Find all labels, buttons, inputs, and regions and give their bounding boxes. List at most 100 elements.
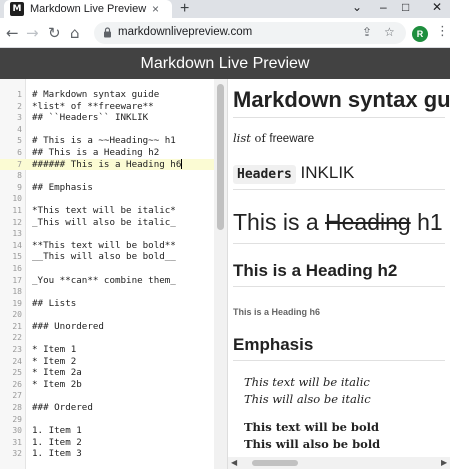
editor-line[interactable]: 22 [0,332,228,344]
h1b-prefix: This is a [233,209,326,235]
line-code[interactable]: __This will also be bold__ [32,251,176,263]
scroll-right-arrow-icon[interactable]: ▶ [441,457,447,469]
line-code[interactable]: ###### This is a Heading h6 [32,159,183,171]
preview-h6: This is a Heading h6 [233,307,321,317]
editor-line[interactable]: 4 [0,124,228,136]
editor-line[interactable]: 8 [0,170,228,182]
minimize-button[interactable]: – [380,0,387,14]
reload-icon[interactable]: ↻ [48,24,61,42]
editor-line[interactable]: 25 * Item 2a [0,367,228,379]
tab-close-icon[interactable]: × [152,2,159,16]
line-code[interactable]: 1. Item 1 [32,425,82,437]
preview-hscrollbar-thumb[interactable] [252,460,298,466]
bold-line-1: This text will be bold [244,420,380,434]
line-number: 8 [17,171,22,181]
editor-line[interactable]: 12 _This will also be italic_ [0,217,228,229]
line-number: 21 [12,321,22,331]
editor-line[interactable]: 19 ## Lists [0,298,228,310]
line-number: 28 [12,403,22,413]
line-code[interactable]: 1. Item 3 [32,448,82,460]
editor-line[interactable]: 21 ### Unordered [0,321,228,333]
tab-search-icon[interactable]: ⌄ [352,0,362,14]
line-code[interactable]: * Item 2b [32,379,82,391]
home-icon[interactable]: ⌂ [70,24,80,42]
profile-avatar[interactable]: R [412,26,428,42]
editor-line[interactable]: 30 1. Item 1 [0,425,228,437]
italic-list-word: list [233,131,251,145]
editor-line[interactable]: 16 [0,263,228,275]
line-number: 32 [12,449,22,459]
editor-line[interactable]: 28 ### Ordered [0,402,228,414]
editor-line[interactable]: 14 **This text will be bold** [0,240,228,252]
editor-line[interactable]: 10 [0,193,228,205]
line-code[interactable]: * Item 2a [32,367,82,379]
back-icon[interactable]: ← [6,24,19,42]
editor-line[interactable]: 6 ## This is a Heading h2 [0,147,228,159]
italic-line-2: This will also be italic [244,392,371,406]
h2-underline [233,189,445,190]
share-icon[interactable]: ⇪ [362,25,372,39]
line-number: 17 [12,275,22,285]
editor-line[interactable]: 13 [0,228,228,240]
line-number: 22 [12,333,22,343]
line-code[interactable]: 1. Item 2 [32,437,82,449]
menu-kebab-icon[interactable]: ⋮ [436,24,449,39]
new-tab-button[interactable]: + [180,0,189,18]
editor-line[interactable]: 11 *This text will be italic* [0,205,228,217]
line-number: 18 [12,287,22,297]
app-header: Markdown Live Preview [0,48,450,79]
line-code[interactable]: **This text will be bold** [32,240,176,252]
maximize-button[interactable]: □ [402,0,409,14]
editor-line[interactable]: 32 1. Item 3 [0,448,228,460]
h1-underline [233,117,445,118]
markdown-editor[interactable]: 1 # Markdown syntax guide 2 *list* of **fre… [0,79,228,469]
line-code[interactable]: ## Emphasis [32,182,93,194]
editor-line[interactable]: 20 [0,309,228,321]
editor-line[interactable]: 5 # This is a ~~Heading~~ h1 [0,135,228,147]
tab-markdown-live-preview[interactable]: M Markdown Live Preview × [4,0,172,18]
line-code[interactable]: _You **can** combine them_ [32,275,176,287]
line-code[interactable]: * Item 2 [32,356,76,368]
editor-line[interactable]: 17 _You **can** combine them_ [0,275,228,287]
close-window-button[interactable]: ✕ [432,0,442,14]
editor-line[interactable]: 9 ## Emphasis [0,182,228,194]
bookmark-star-icon[interactable]: ☆ [384,25,395,39]
line-number: 10 [12,194,22,204]
editor-line[interactable]: 29 [0,414,228,426]
editor-line[interactable]: 31 1. Item 2 [0,437,228,449]
line-code[interactable]: _This will also be italic_ [32,217,176,229]
editor-line[interactable]: 18 [0,286,228,298]
editor-line[interactable]: 23 * Item 1 [0,344,228,356]
line-code[interactable]: # Markdown syntax guide [32,89,159,101]
line-code[interactable]: * Item 1 [32,344,76,356]
line-code[interactable]: ## Lists [32,298,76,310]
editor-line[interactable]: 1 # Markdown syntax guide [0,89,228,101]
address-bar[interactable]: markdownlivepreview.com ⇪ ☆ [94,22,406,44]
url-text[interactable]: markdownlivepreview.com [118,26,252,38]
line-code[interactable]: *This text will be italic* [32,205,176,217]
lock-icon[interactable] [103,27,112,38]
line-code[interactable]: ## ``Headers`` INKLIK [32,112,148,124]
line-number: 12 [12,217,22,227]
editor-line[interactable]: 24 * Item 2 [0,356,228,368]
editor-lines[interactable]: 1 # Markdown syntax guide 2 *list* of **fre… [0,89,228,460]
editor-line[interactable]: 2 *list* of **freeware** [0,101,228,113]
line-code[interactable]: # This is a ~~Heading~~ h1 [32,135,176,147]
line-code[interactable]: *list* of **freeware** [32,101,154,113]
line-code[interactable]: ### Unordered [32,321,104,333]
editor-line[interactable]: 3 ## ``Headers`` INKLIK [0,112,228,124]
preview-headers-h2: Headers INKLIK [233,163,354,184]
forward-icon[interactable]: → [26,24,39,42]
editor-line[interactable]: 27 [0,390,228,402]
line-number: 7 [17,159,22,169]
line-code[interactable]: ## This is a Heading h2 [32,147,159,159]
editor-line[interactable]: 7 ###### This is a Heading h6 [0,158,228,171]
line-code[interactable]: ### Ordered [32,402,93,414]
preview-h1: Markdown syntax guide [233,87,450,112]
scroll-left-arrow-icon[interactable]: ◀ [231,457,237,469]
editor-line[interactable]: 15 __This will also be bold__ [0,251,228,263]
line-number: 1 [17,90,22,99]
editor-scrollbar-thumb[interactable] [217,84,224,230]
editor-line[interactable]: 26 * Item 2b [0,379,228,391]
line-number: 26 [12,379,22,389]
